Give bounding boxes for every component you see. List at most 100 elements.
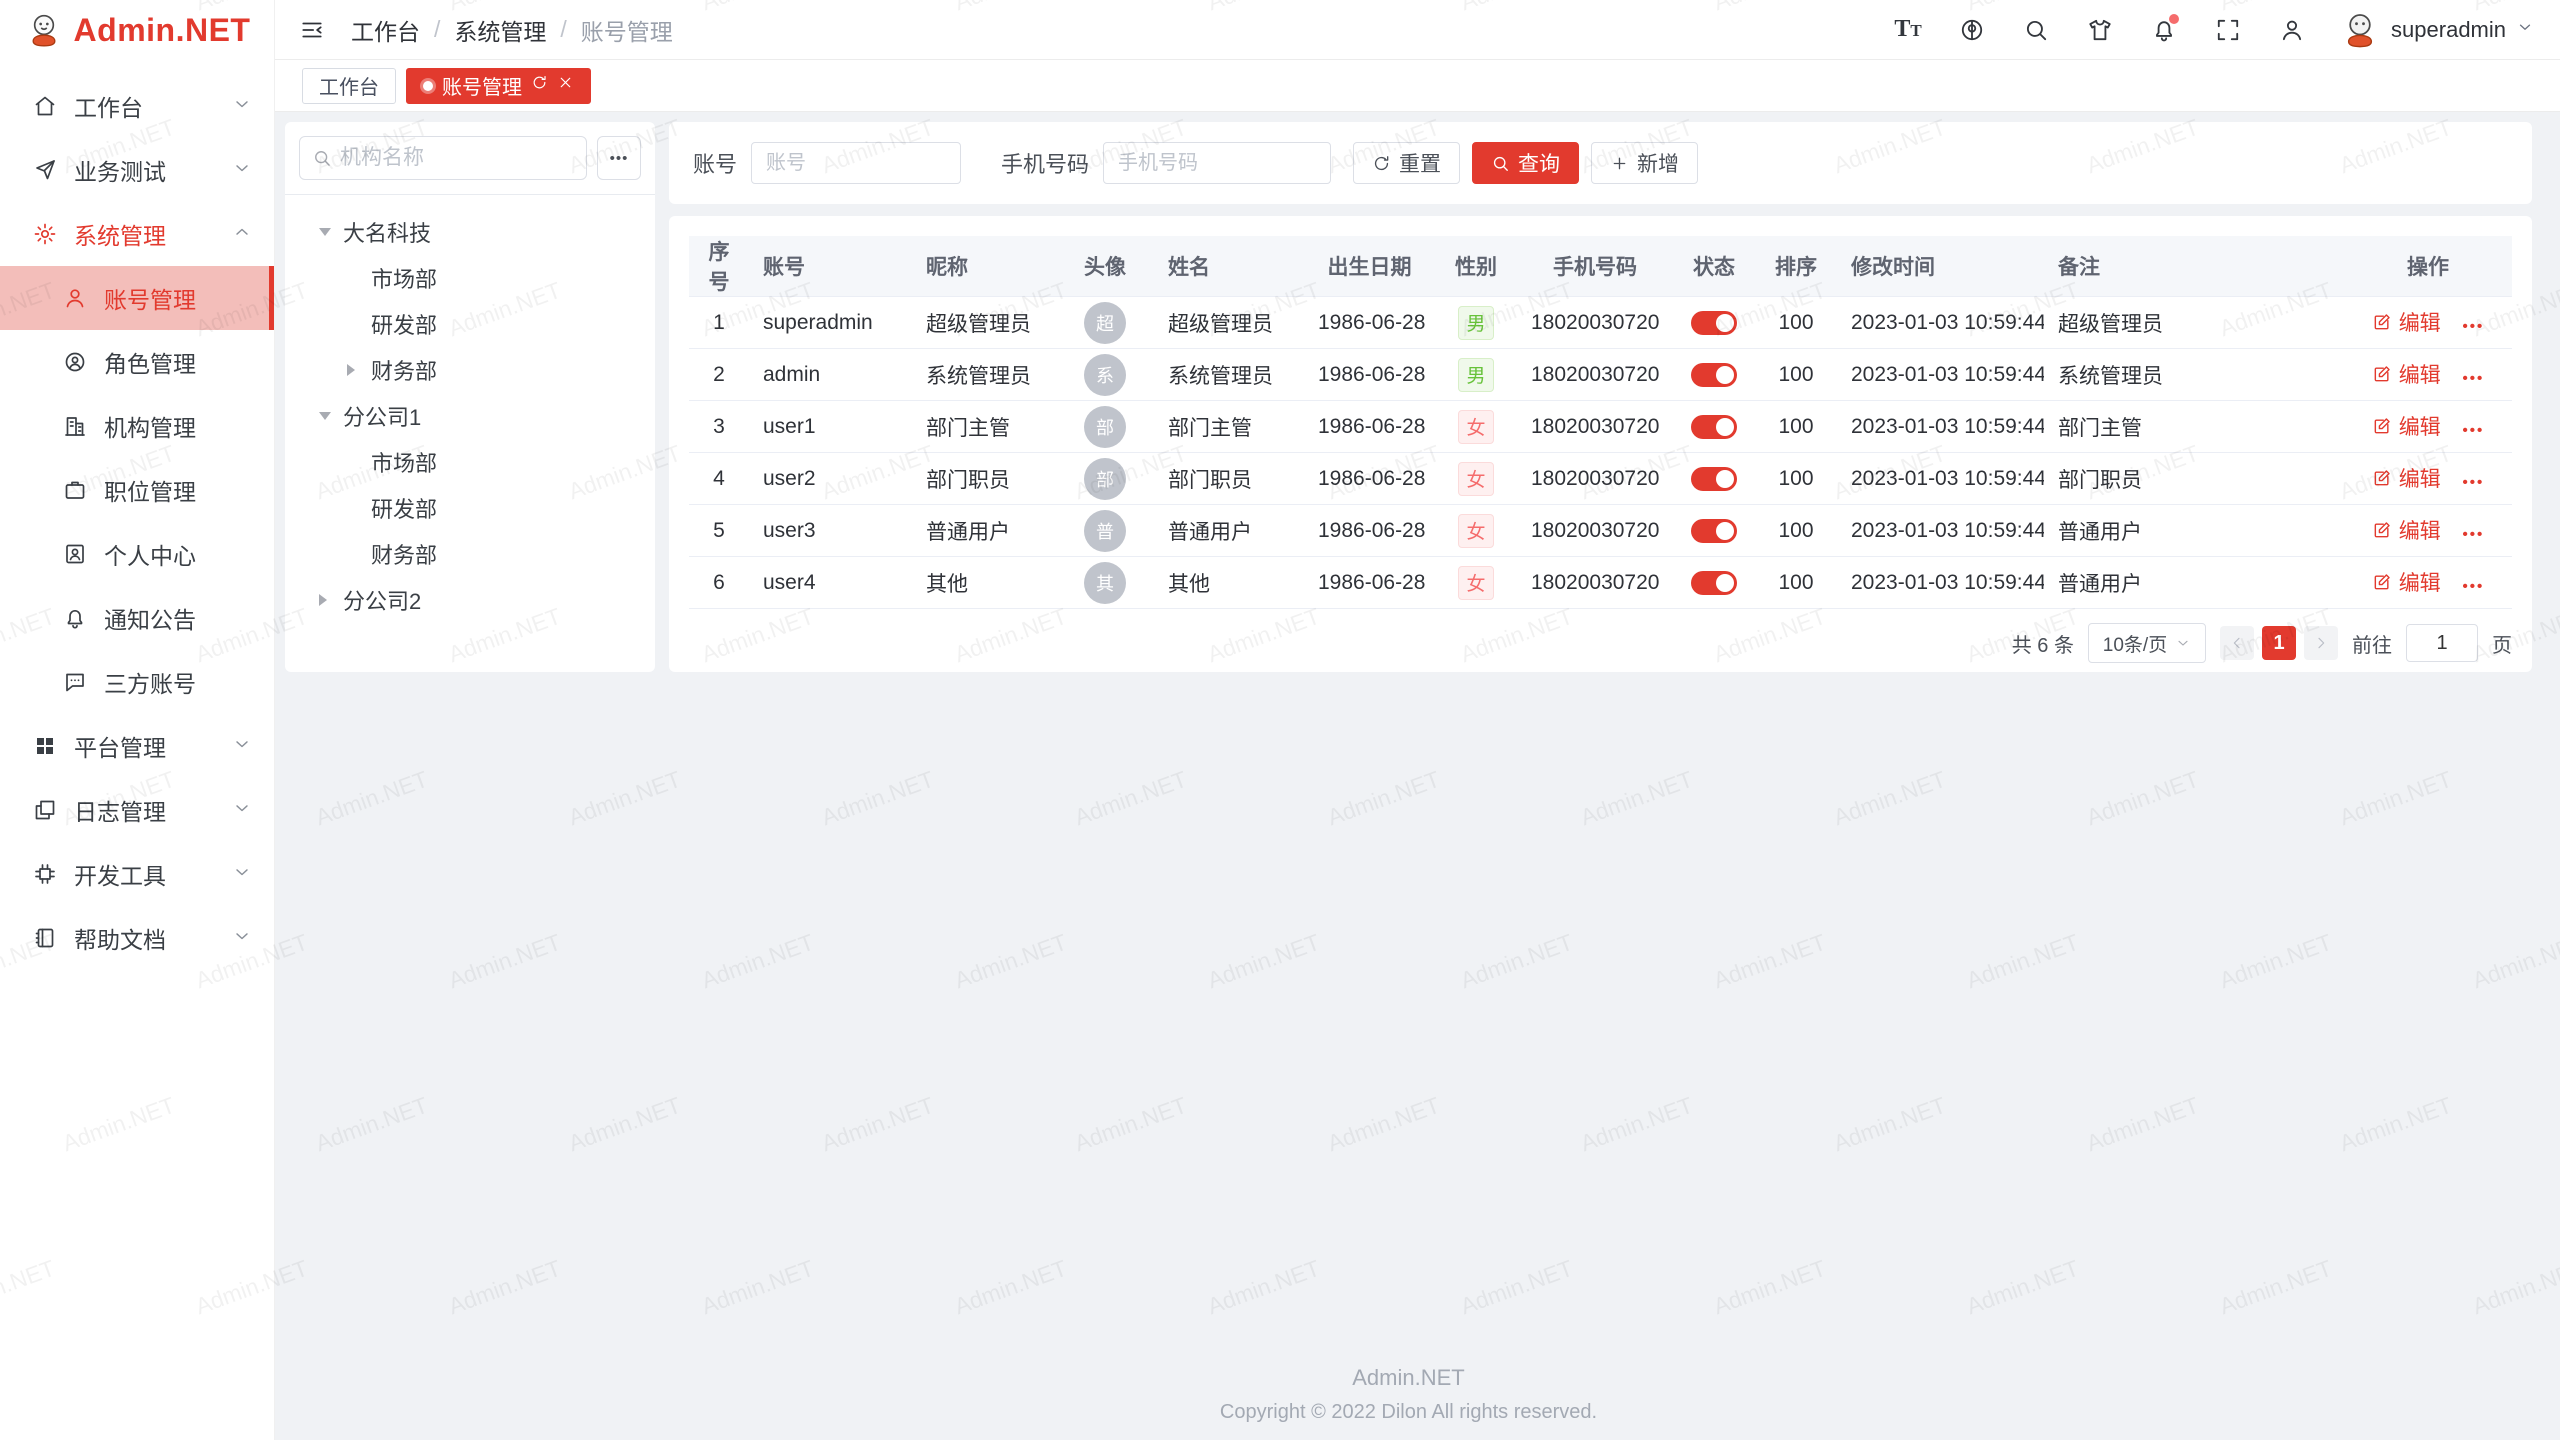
language-icon[interactable] bbox=[1955, 13, 1989, 47]
refresh-icon[interactable] bbox=[531, 74, 548, 97]
tree-node[interactable]: 研发部 bbox=[285, 301, 655, 347]
tree-more-button[interactable]: ••• bbox=[597, 136, 641, 180]
page-size-select[interactable]: 10条/页 bbox=[2088, 623, 2206, 663]
chevron-down-icon bbox=[232, 157, 252, 184]
edit-button[interactable]: 编辑 bbox=[2372, 567, 2441, 597]
sidebar-item[interactable]: 角色管理 bbox=[0, 330, 274, 394]
row-more-button[interactable]: ••• bbox=[2463, 474, 2485, 491]
row-name: 部门主管 bbox=[1168, 417, 1252, 440]
page-number-button[interactable]: 1 bbox=[2262, 626, 2296, 660]
row-more-button[interactable]: ••• bbox=[2463, 370, 2485, 387]
column-header: 排序 bbox=[1755, 236, 1837, 297]
grid-icon bbox=[32, 733, 58, 759]
row-more-button[interactable]: ••• bbox=[2463, 318, 2485, 335]
column-header: 备注 bbox=[2044, 236, 2344, 297]
status-toggle[interactable] bbox=[1691, 571, 1737, 595]
tree-node[interactable]: 市场部 bbox=[285, 255, 655, 301]
logo[interactable]: Admin.NET bbox=[0, 0, 274, 60]
row-more-button[interactable]: ••• bbox=[2463, 578, 2485, 595]
edit-button[interactable]: 编辑 bbox=[2372, 515, 2441, 545]
phone-filter-input[interactable] bbox=[1103, 142, 1331, 184]
row-more-button[interactable]: ••• bbox=[2463, 526, 2485, 543]
next-page-button[interactable] bbox=[2304, 626, 2338, 660]
edit-button[interactable]: 编辑 bbox=[2372, 411, 2441, 441]
chat-icon bbox=[62, 669, 88, 695]
logs-icon bbox=[32, 797, 58, 823]
org-icon bbox=[62, 413, 88, 439]
chevron-down-icon bbox=[2175, 635, 2191, 651]
edit-button[interactable]: 编辑 bbox=[2372, 463, 2441, 493]
row-more-button[interactable]: ••• bbox=[2463, 422, 2485, 439]
close-icon[interactable] bbox=[557, 74, 574, 97]
row-nickname: 系统管理员 bbox=[926, 365, 1031, 388]
row-nickname: 部门主管 bbox=[926, 417, 1010, 440]
add-button[interactable]: 新增 bbox=[1591, 142, 1698, 184]
tree-node[interactable]: 财务部 bbox=[285, 531, 655, 577]
edit-button[interactable]: 编辑 bbox=[2372, 359, 2441, 389]
tree-node[interactable]: 分公司2 bbox=[285, 577, 655, 623]
reset-button[interactable]: 重置 bbox=[1353, 142, 1460, 184]
goto-page-input[interactable] bbox=[2406, 624, 2478, 662]
row-birthdate: 1986-06-28 bbox=[1318, 519, 1425, 542]
row-remark: 系统管理员 bbox=[2058, 365, 2163, 388]
account-filter-input[interactable] bbox=[751, 142, 961, 184]
column-header: 状态 bbox=[1673, 236, 1755, 297]
font-size-icon[interactable]: TT bbox=[1891, 13, 1925, 47]
sidebar-item[interactable]: 个人中心 bbox=[0, 522, 274, 586]
sidebar-item[interactable]: 工作台 bbox=[0, 74, 274, 138]
collapse-sidebar-icon[interactable] bbox=[295, 13, 329, 47]
sidebar-item[interactable]: 开发工具 bbox=[0, 842, 274, 906]
sidebar-item[interactable]: 平台管理 bbox=[0, 714, 274, 778]
chevron-down-icon bbox=[232, 925, 252, 952]
user-icon[interactable] bbox=[2275, 13, 2309, 47]
status-toggle[interactable] bbox=[1691, 363, 1737, 387]
edit-button[interactable]: 编辑 bbox=[2372, 307, 2441, 337]
fullscreen-icon[interactable] bbox=[2211, 13, 2245, 47]
chevron-down-icon bbox=[232, 861, 252, 888]
status-toggle[interactable] bbox=[1691, 311, 1737, 335]
tree-node[interactable]: 研发部 bbox=[285, 485, 655, 531]
column-header: 姓名 bbox=[1154, 236, 1304, 297]
user-menu[interactable]: superadmin bbox=[2339, 9, 2534, 51]
table-row: 5 user3 普通用户 普 普通用户 1986-06-28 女 1802003… bbox=[689, 505, 2512, 557]
notification-bell-icon[interactable] bbox=[2147, 13, 2181, 47]
table-row: 1 superadmin 超级管理员 超 超级管理员 1986-06-28 男 … bbox=[689, 297, 2512, 349]
column-header: 手机号码 bbox=[1517, 236, 1673, 297]
sidebar-item[interactable]: 帮助文档 bbox=[0, 906, 274, 970]
sidebar-item[interactable]: 系统管理 bbox=[0, 202, 274, 266]
org-search-input[interactable] bbox=[340, 146, 574, 170]
tab-workbench[interactable]: 工作台 bbox=[302, 68, 396, 104]
tree-node[interactable]: 财务部 bbox=[285, 347, 655, 393]
search-icon[interactable] bbox=[2019, 13, 2053, 47]
row-index: 5 bbox=[713, 519, 725, 542]
tree-node[interactable]: 市场部 bbox=[285, 439, 655, 485]
row-account: user3 bbox=[763, 519, 816, 542]
breadcrumb-item[interactable]: 系统管理 bbox=[454, 13, 546, 47]
status-toggle[interactable] bbox=[1691, 467, 1737, 491]
status-toggle[interactable] bbox=[1691, 415, 1737, 439]
sidebar-item[interactable]: 业务测试 bbox=[0, 138, 274, 202]
row-name: 其他 bbox=[1168, 573, 1210, 596]
sidebar-item[interactable]: 日志管理 bbox=[0, 778, 274, 842]
row-nickname: 部门职员 bbox=[926, 469, 1010, 492]
theme-skin-icon[interactable] bbox=[2083, 13, 2117, 47]
sidebar-item[interactable]: 通知公告 bbox=[0, 586, 274, 650]
edit-icon bbox=[2372, 312, 2392, 332]
row-birthdate: 1986-06-28 bbox=[1318, 571, 1425, 594]
sidebar-item[interactable]: 职位管理 bbox=[0, 458, 274, 522]
avatar: 超 bbox=[1084, 302, 1126, 344]
sidebar-item[interactable]: 三方账号 bbox=[0, 650, 274, 714]
tab-account-management[interactable]: 账号管理 bbox=[406, 68, 591, 104]
tree-node[interactable]: 大名科技 bbox=[285, 209, 655, 255]
chevron-left-icon bbox=[2229, 635, 2245, 651]
avatar: 其 bbox=[1084, 562, 1126, 604]
footer-copyright: Copyright © 2022 Dilon All rights reserv… bbox=[285, 1401, 2532, 1424]
prev-page-button[interactable] bbox=[2220, 626, 2254, 660]
sidebar-item[interactable]: 账号管理 bbox=[0, 266, 274, 330]
search-button[interactable]: 查询 bbox=[1472, 142, 1579, 184]
status-toggle[interactable] bbox=[1691, 519, 1737, 543]
sidebar-item[interactable]: 机构管理 bbox=[0, 394, 274, 458]
tree-node[interactable]: 分公司1 bbox=[285, 393, 655, 439]
tabs-bar: 工作台 账号管理 bbox=[275, 60, 2560, 112]
breadcrumb-item[interactable]: 工作台 bbox=[351, 13, 420, 47]
